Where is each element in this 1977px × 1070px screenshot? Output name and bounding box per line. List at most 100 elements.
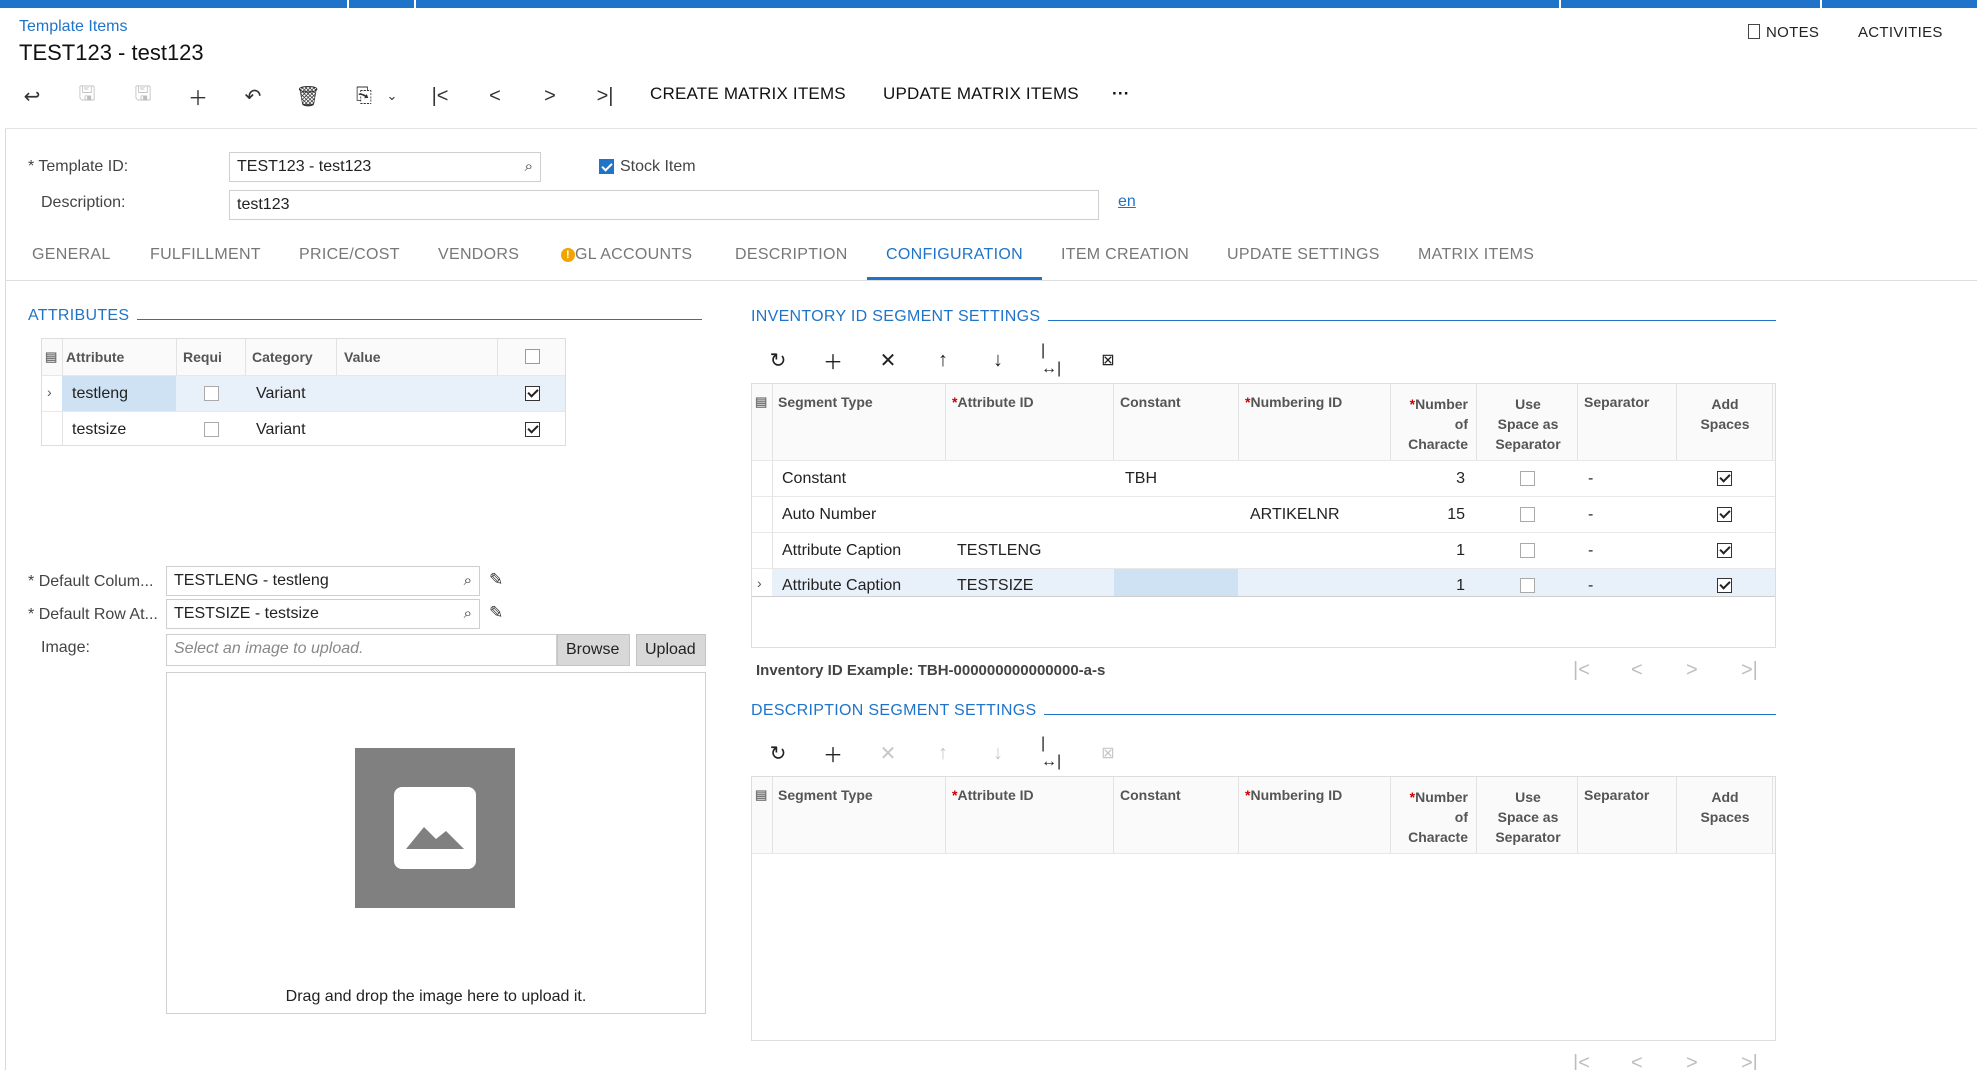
add-icon[interactable]: ＋ [186, 84, 210, 110]
col-attribute[interactable]: Attribute [66, 349, 124, 365]
row-checkbox[interactable] [525, 386, 540, 401]
tab-configuration[interactable]: CONFIGURATION [867, 240, 1042, 280]
previous-page-icon[interactable]: < [1631, 1052, 1643, 1070]
required-checkbox[interactable] [204, 422, 219, 437]
add-spaces-checkbox[interactable] [1717, 543, 1732, 558]
move-down-icon[interactable]: ↓ [986, 741, 1010, 765]
tab-vendors[interactable]: VENDORS [438, 240, 519, 280]
col-value[interactable]: Value [344, 349, 381, 365]
first-page-icon[interactable]: |< [1573, 1052, 1590, 1070]
separator-cell[interactable]: - [1588, 506, 1593, 524]
edit-pencil-icon[interactable]: ✎ [489, 603, 503, 623]
attribute-id-cell[interactable]: TESTLENG [957, 542, 1041, 560]
segment-type-cell[interactable]: Attribute Caption [782, 542, 901, 560]
separator-cell[interactable]: - [1588, 470, 1593, 488]
col-use-space-as-separator[interactable]: Use Space as Separator [1478, 394, 1578, 454]
col-category[interactable]: Category [252, 349, 313, 365]
col-add-spaces[interactable]: Add Spaces [1678, 787, 1772, 827]
export-excel-icon[interactable]: ⊠ [1096, 741, 1120, 765]
row-expand-icon[interactable]: › [47, 384, 52, 400]
col-use-space-as-separator[interactable]: Use Space as Separator [1478, 787, 1578, 847]
col-number-of-characters[interactable]: *Number of Characte [1404, 787, 1468, 847]
number-cell[interactable]: 3 [1402, 470, 1465, 488]
save-close-icon[interactable]: 🖫 [75, 83, 99, 108]
separator-cell[interactable]: - [1588, 542, 1593, 560]
segment-type-cell[interactable]: Auto Number [782, 506, 876, 524]
use-space-checkbox[interactable] [1520, 507, 1535, 522]
fit-columns-icon[interactable]: |↔| [1041, 342, 1065, 377]
notes-button[interactable]: NOTES [1748, 24, 1819, 41]
browse-button[interactable]: Browse [557, 634, 630, 666]
tab-description[interactable]: DESCRIPTION [735, 240, 848, 280]
export-excel-icon[interactable]: ⊠ [1096, 348, 1120, 372]
tab-gl-accounts[interactable]: ! GL ACCOUNTS [561, 240, 692, 280]
col-number-of-characters[interactable]: *Number of Characte [1404, 394, 1468, 454]
template-id-field[interactable]: TEST123 - test123 ⌕ [229, 152, 541, 182]
grid-settings-icon[interactable]: ▤ [755, 394, 767, 410]
col-separator[interactable]: Separator [1584, 787, 1649, 803]
activities-button[interactable]: ACTIVITIES [1858, 24, 1943, 41]
required-checkbox[interactable] [204, 386, 219, 401]
undo-icon[interactable]: ↶ [241, 84, 265, 108]
number-cell[interactable]: 1 [1402, 577, 1465, 595]
breadcrumb[interactable]: Template Items [19, 18, 127, 36]
search-icon[interactable]: ⌕ [525, 158, 533, 175]
col-numbering-id[interactable]: *Numbering ID [1245, 394, 1342, 410]
tab-update-settings[interactable]: UPDATE SETTINGS [1227, 240, 1380, 280]
number-cell[interactable]: 1 [1402, 542, 1465, 560]
tab-item-creation[interactable]: ITEM CREATION [1061, 240, 1189, 280]
use-space-checkbox[interactable] [1520, 578, 1535, 593]
col-constant[interactable]: Constant [1120, 787, 1181, 803]
edit-pencil-icon[interactable]: ✎ [489, 570, 503, 590]
next-page-icon[interactable]: > [1686, 659, 1698, 682]
add-spaces-checkbox[interactable] [1717, 471, 1732, 486]
attribute-id-cell[interactable]: TESTSIZE [957, 577, 1033, 595]
save-icon[interactable]: 🖫 [131, 83, 155, 108]
first-record-icon[interactable]: |< [428, 84, 452, 108]
select-all-checkbox[interactable] [525, 349, 540, 364]
previous-record-icon[interactable]: < [483, 84, 507, 108]
add-spaces-checkbox[interactable] [1717, 578, 1732, 593]
last-page-icon[interactable]: >| [1741, 1052, 1758, 1070]
create-matrix-items-button[interactable]: CREATE MATRIX ITEMS [650, 84, 846, 104]
col-separator[interactable]: Separator [1584, 394, 1649, 410]
col-attribute-id[interactable]: *Attribute ID [952, 394, 1034, 410]
number-cell[interactable]: 15 [1402, 506, 1465, 524]
upload-button[interactable]: Upload [636, 634, 706, 666]
attribute-cell[interactable]: testsize [72, 421, 126, 439]
use-space-checkbox[interactable] [1520, 471, 1535, 486]
refresh-icon[interactable]: ↻ [766, 741, 790, 765]
col-segment-type[interactable]: Segment Type [778, 394, 873, 410]
tab-matrix-items[interactable]: MATRIX ITEMS [1418, 240, 1534, 280]
copy-paste-icon[interactable]: ⎘ [352, 84, 376, 108]
image-upload-field[interactable]: Select an image to upload. [166, 634, 557, 666]
stock-item-checkbox[interactable] [599, 159, 614, 174]
refresh-icon[interactable]: ↻ [766, 348, 790, 372]
move-up-icon[interactable]: ↑ [931, 348, 955, 372]
row-checkbox[interactable] [525, 422, 540, 437]
next-page-icon[interactable]: > [1686, 1052, 1698, 1070]
category-cell[interactable]: Variant [256, 421, 306, 439]
col-attribute-id[interactable]: *Attribute ID [952, 787, 1034, 803]
separator-cell[interactable]: - [1588, 577, 1593, 595]
default-row-field[interactable]: TESTSIZE - testsize ⌕ [166, 599, 480, 629]
search-icon[interactable]: ⌕ [464, 572, 472, 589]
grid-settings-icon[interactable]: ▤ [45, 349, 57, 365]
fit-columns-icon[interactable]: |↔| [1041, 735, 1065, 770]
last-page-icon[interactable]: >| [1741, 659, 1758, 682]
delete-icon[interactable]: 🗑 [295, 84, 320, 108]
segment-type-cell[interactable]: Attribute Caption [782, 577, 901, 595]
next-record-icon[interactable]: > [538, 84, 562, 108]
col-constant[interactable]: Constant [1120, 394, 1181, 410]
language-link[interactable]: en [1118, 193, 1136, 211]
tab-general[interactable]: GENERAL [32, 240, 111, 280]
previous-page-icon[interactable]: < [1631, 659, 1643, 682]
chevron-down-icon[interactable]: ⌄ [380, 84, 404, 108]
back-icon[interactable]: ↩ [20, 84, 44, 108]
description-field[interactable]: test123 [229, 190, 1099, 220]
use-space-checkbox[interactable] [1520, 543, 1535, 558]
constant-cell[interactable]: TBH [1125, 470, 1157, 488]
col-required[interactable]: Requi [183, 349, 222, 365]
col-numbering-id[interactable]: *Numbering ID [1245, 787, 1342, 803]
add-row-icon[interactable]: ＋ [821, 348, 845, 374]
